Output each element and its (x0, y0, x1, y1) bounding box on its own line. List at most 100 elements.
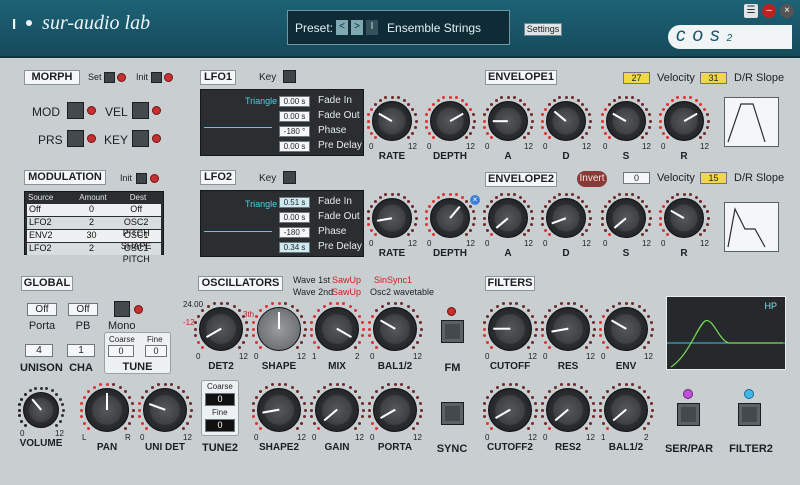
lfo1-fade-out-value[interactable]: 0.00 s (279, 111, 310, 122)
menu-icon[interactable]: ☰ (744, 4, 758, 18)
close-icon[interactable]: × (780, 4, 794, 18)
mix-knob[interactable] (315, 307, 359, 351)
shape2-knob[interactable] (257, 388, 301, 432)
res2-knob[interactable] (546, 388, 590, 432)
env2-r-knob[interactable] (664, 198, 704, 238)
lfo1-rate-min-label: 0 (369, 142, 374, 151)
preset-name[interactable]: Ensemble Strings (387, 21, 481, 35)
porta-value[interactable]: Off (27, 303, 57, 316)
env2-invert-button[interactable]: Invert (577, 171, 607, 187)
morph-init-switch[interactable] (151, 72, 162, 83)
res-knob[interactable] (546, 307, 590, 351)
env2-velocity-value[interactable]: 0 (623, 172, 650, 184)
tune-fine-value[interactable]: 0 (145, 345, 167, 357)
lfo2-pre-delay-value[interactable]: 0.34 s (279, 242, 310, 253)
wave2-value[interactable]: SawUp (332, 287, 361, 297)
table-row[interactable]: LFO2 2 OSC1 PITCH (27, 243, 161, 264)
lfo1-wave-name[interactable]: Triangle (245, 96, 277, 106)
lfo2-fade-out-value[interactable]: 0.00 s (279, 212, 310, 223)
filter2-led (744, 389, 754, 399)
wave1-value[interactable]: SawUp (332, 275, 361, 285)
cha-value[interactable]: 1 (67, 344, 95, 357)
preset-list-button[interactable]: I (366, 20, 379, 35)
lfo1-panel: Triangle 0.00 s Fade In 0.00 s Fade Out -180… (200, 89, 364, 156)
env1-velocity-value[interactable]: 27 (623, 72, 650, 84)
lfo2-fade-out-label: Fade Out (318, 211, 360, 222)
lfo2-depth-knob[interactable] (430, 198, 470, 238)
env2-s-knob[interactable] (606, 198, 646, 238)
unidet-knob[interactable] (143, 388, 187, 432)
env1-r-knob[interactable] (664, 101, 704, 141)
env2-d-max-label: 12 (582, 239, 591, 248)
sinsync-value[interactable]: SinSync1 (374, 275, 412, 285)
shape2-label: SHAPE2 (258, 442, 299, 453)
table-row[interactable]: LFO2 2 OSC2 PITCH (27, 217, 161, 238)
env-knob[interactable] (604, 307, 648, 351)
env2-s-min-label: 0 (603, 239, 608, 248)
cutoff-max-label: 12 (528, 352, 537, 361)
lfo2-fade-in-value[interactable]: 0.51 s (279, 197, 310, 208)
product-logo: cos2 (668, 25, 792, 49)
porta-label: Porta (28, 320, 56, 332)
env1-a-knob-indicator (492, 120, 508, 122)
lfo2-phase-value[interactable]: -180 ° (279, 227, 310, 238)
bal-knob[interactable] (373, 307, 417, 351)
porta-label: PORTA (377, 442, 413, 453)
bal2-knob[interactable] (604, 388, 648, 432)
cutoff-knob[interactable] (488, 307, 532, 351)
env1-a-knob[interactable] (488, 101, 528, 141)
lfo1-key-switch[interactable] (283, 70, 296, 83)
lfo1-rate-knob-indicator (378, 112, 393, 122)
lfo1-rate-label: RATE (378, 151, 406, 162)
morph-mod-switch[interactable] (67, 102, 84, 119)
morph-key-switch[interactable] (132, 130, 149, 147)
lfo2-wave-name[interactable]: Triangle (245, 199, 277, 209)
settings-button[interactable]: Settings (524, 23, 562, 36)
cutoff2-knob[interactable] (488, 388, 532, 432)
tune-coarse-value[interactable]: 0 (108, 345, 134, 357)
pb-value[interactable]: Off (68, 303, 98, 316)
lfo1-fade-in-value[interactable]: 0.00 s (279, 96, 310, 107)
lfo1-phase-value[interactable]: -180 ° (279, 126, 310, 137)
gain-knob-indicator (323, 409, 338, 422)
morph-vel-switch[interactable] (132, 102, 149, 119)
shape-knob[interactable] (257, 307, 301, 351)
table-row[interactable]: ENV2 30 OSC1 SHAPE (27, 230, 161, 251)
table-row[interactable]: Off 0 Off (27, 204, 161, 216)
env1-d-knob[interactable] (546, 101, 586, 141)
lfo2-key-switch[interactable] (283, 171, 296, 184)
preset-next-button[interactable]: > (351, 20, 364, 35)
mono-switch[interactable] (114, 301, 130, 317)
lfo2-wave-display (204, 231, 272, 232)
volume-knob[interactable] (23, 392, 59, 428)
morph-set-switch[interactable] (104, 72, 115, 83)
fm-button[interactable] (441, 320, 464, 343)
porta-knob[interactable] (373, 388, 417, 432)
modulation-title: MODULATION (24, 170, 106, 185)
lfo1-rate-knob[interactable] (372, 101, 412, 141)
gain-knob[interactable] (315, 388, 359, 432)
lfo2-rate-knob[interactable] (372, 198, 412, 238)
env2-a-knob[interactable] (488, 198, 528, 238)
shape2-knob-indicator (262, 409, 280, 414)
serpar-button[interactable] (677, 403, 700, 426)
env2-dr-value[interactable]: 15 (700, 172, 727, 184)
tune2-coarse-value[interactable]: 0 (205, 393, 235, 406)
modulation-init-switch[interactable] (136, 173, 147, 184)
lfo1-pre-delay-value[interactable]: 0.00 s (279, 141, 310, 152)
lfo1-depth-knob[interactable] (430, 101, 470, 141)
morph-prs-switch[interactable] (67, 130, 84, 147)
env-min-label: 0 (601, 352, 606, 361)
preset-prev-button[interactable]: < (336, 20, 349, 35)
filter2-button[interactable] (738, 403, 761, 426)
env1-dr-value[interactable]: 31 (700, 72, 727, 84)
minimize-icon[interactable]: – (762, 4, 776, 18)
env1-s-knob[interactable] (606, 101, 646, 141)
pan-knob[interactable] (85, 388, 129, 432)
env2-d-knob[interactable] (546, 198, 586, 238)
det2-knob[interactable] (199, 307, 243, 351)
tune2-fine-value[interactable]: 0 (205, 419, 235, 432)
env2-s-label: S (622, 248, 630, 259)
sync-button[interactable] (441, 402, 464, 425)
unison-value[interactable]: 4 (25, 344, 53, 357)
